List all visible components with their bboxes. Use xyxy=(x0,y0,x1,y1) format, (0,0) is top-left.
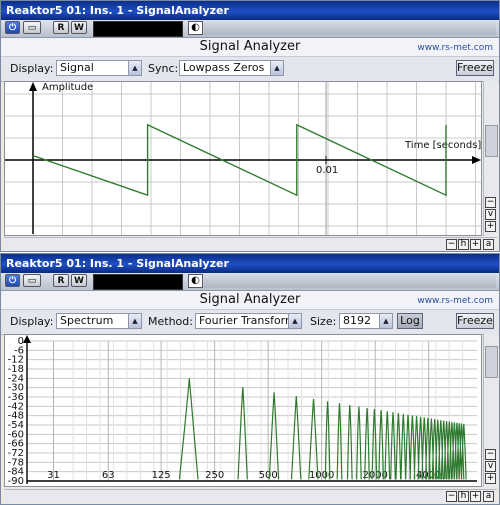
signal-analyzer-window-bottom: Reaktor5 01: Ins. 1 - SignalAnalyzer ⏻ ▭… xyxy=(0,253,500,505)
display-select[interactable]: Signal ▲ xyxy=(56,60,142,76)
x-tick-label: 500 xyxy=(259,470,278,481)
spectrum-trace xyxy=(178,378,467,480)
chevron-down-icon: ▲ xyxy=(128,314,141,328)
x-tick-label: 63 xyxy=(102,470,115,481)
display-select[interactable]: Spectrum ▲ xyxy=(56,313,142,329)
snapshot-display[interactable] xyxy=(93,274,183,290)
y-axis-arrow-icon xyxy=(23,335,31,343)
read-button[interactable]: R xyxy=(53,274,69,287)
size-value: 8192 xyxy=(343,314,371,327)
write-button[interactable]: W xyxy=(71,274,87,287)
x-tick-label: 125 xyxy=(152,470,171,481)
method-select[interactable]: Fourier Transform ▲ xyxy=(195,313,302,329)
freeze-button[interactable]: Freeze xyxy=(456,60,494,76)
x-tick-label: 2000 xyxy=(362,470,387,481)
dial-icon[interactable]: ◐ xyxy=(188,274,203,288)
title-bar[interactable]: Reaktor5 01: Ins. 1 - SignalAnalyzer xyxy=(1,254,499,273)
fit-v-button[interactable]: v xyxy=(485,461,496,472)
zoom-out-h-button[interactable]: − xyxy=(446,239,457,250)
chevron-down-icon: ▲ xyxy=(128,61,141,75)
y-axis-arrow-icon xyxy=(29,82,37,91)
zoom-in-h-button[interactable]: + xyxy=(470,239,481,250)
x-axis-label: Time [seconds] xyxy=(404,140,481,151)
instrument-toolbar: ⏻ ▭ R W ◐ xyxy=(1,20,499,38)
zoom-out-v-button[interactable]: − xyxy=(485,197,496,208)
chevron-down-icon: ▲ xyxy=(288,314,301,328)
log-toggle-button[interactable]: Log xyxy=(397,313,423,329)
power-button[interactable]: ⏻ xyxy=(5,274,20,287)
zoom-out-h-button[interactable]: − xyxy=(446,491,457,502)
waveform-chart: Amplitude Time [seconds] 0.01 xyxy=(5,82,481,235)
controls-row: Display: Spectrum ▲ Method: Fourier Tran… xyxy=(1,309,499,335)
scroll-thumb[interactable] xyxy=(485,125,498,157)
website-link[interactable]: www.rs-met.com xyxy=(417,43,493,53)
fit-h-button[interactable]: h xyxy=(458,239,469,250)
x-tick-label: 1000 xyxy=(309,470,334,481)
method-value: Fourier Transform xyxy=(199,314,296,327)
y-tick-label: -90 xyxy=(8,476,24,486)
chevron-down-icon: ▲ xyxy=(270,61,283,75)
display-value: Signal xyxy=(60,61,94,74)
read-button[interactable]: R xyxy=(53,21,69,34)
display-label: Display: xyxy=(10,315,54,328)
autoscale-button[interactable]: a xyxy=(483,491,494,502)
freeze-button[interactable]: Freeze xyxy=(456,313,494,329)
dial-icon[interactable]: ◐ xyxy=(188,21,203,35)
panel-header: Signal Analyzer www.rs-met.com xyxy=(1,38,499,56)
title-bar[interactable]: Reaktor5 01: Ins. 1 - SignalAnalyzer xyxy=(1,1,499,20)
y-axis-label: Amplitude xyxy=(42,82,93,93)
horizontal-scrollbar[interactable]: − h + a xyxy=(4,489,497,503)
panel-button[interactable]: ▭ xyxy=(23,274,41,287)
vertical-scrollbar[interactable]: − v + xyxy=(483,81,498,236)
instrument-toolbar: ⏻ ▭ R W ◐ xyxy=(1,273,499,291)
controls-row: Display: Signal ▲ Sync: Lowpass Zeros ▲ … xyxy=(1,56,499,82)
snapshot-display[interactable] xyxy=(93,21,183,37)
window-title: Reaktor5 01: Ins. 1 - SignalAnalyzer xyxy=(6,4,229,17)
sync-value: Lowpass Zeros xyxy=(183,61,265,74)
scroll-thumb[interactable] xyxy=(485,346,498,378)
method-label: Method: xyxy=(148,315,193,328)
spectrum-plot[interactable]: 0 -6 -12 -18 -24 -30 -36 -42 -48 -54 -60 -66 -72 -78-… xyxy=(4,334,482,487)
toolbar-spacer xyxy=(204,274,496,288)
horizontal-scrollbar[interactable]: − h + a xyxy=(4,237,497,251)
write-button[interactable]: W xyxy=(71,21,87,34)
size-label: Size: xyxy=(310,315,337,328)
fit-v-button[interactable]: v xyxy=(485,209,496,220)
window-title: Reaktor5 01: Ins. 1 - SignalAnalyzer xyxy=(6,257,229,270)
panel-header: Signal Analyzer www.rs-met.com xyxy=(1,291,499,309)
fit-h-button[interactable]: h xyxy=(458,491,469,502)
sync-label: Sync: xyxy=(148,62,179,75)
display-value: Spectrum xyxy=(60,314,114,327)
zoom-in-v-button[interactable]: + xyxy=(485,473,496,484)
autoscale-button[interactable]: a xyxy=(483,239,494,250)
x-tick-label: 0.01 xyxy=(316,165,338,176)
x-tick-label: 31 xyxy=(47,470,60,481)
vertical-scrollbar[interactable]: − v + xyxy=(483,334,498,487)
website-link[interactable]: www.rs-met.com xyxy=(417,296,493,306)
zoom-in-v-button[interactable]: + xyxy=(485,221,496,232)
sync-select[interactable]: Lowpass Zeros ▲ xyxy=(179,60,284,76)
zoom-out-v-button[interactable]: − xyxy=(485,449,496,460)
x-axis-arrow-icon xyxy=(472,156,481,164)
spectrum-chart: 0-6-12-18-24-30-36-42-48-54-60-66-72-78-… xyxy=(8,335,477,486)
toolbar-spacer xyxy=(204,21,496,35)
time-domain-plot[interactable]: Amplitude Time [seconds] 0.01 xyxy=(4,81,482,236)
chevron-down-icon: ▲ xyxy=(379,314,392,328)
panel-button[interactable]: ▭ xyxy=(23,21,41,34)
x-tick-label: 250 xyxy=(205,470,224,481)
display-label: Display: xyxy=(10,62,54,75)
power-button[interactable]: ⏻ xyxy=(5,21,20,34)
signal-analyzer-window-top: Reaktor5 01: Ins. 1 - SignalAnalyzer ⏻ ▭… xyxy=(0,0,500,252)
size-select[interactable]: 8192 ▲ xyxy=(339,313,393,329)
zoom-in-h-button[interactable]: + xyxy=(470,491,481,502)
